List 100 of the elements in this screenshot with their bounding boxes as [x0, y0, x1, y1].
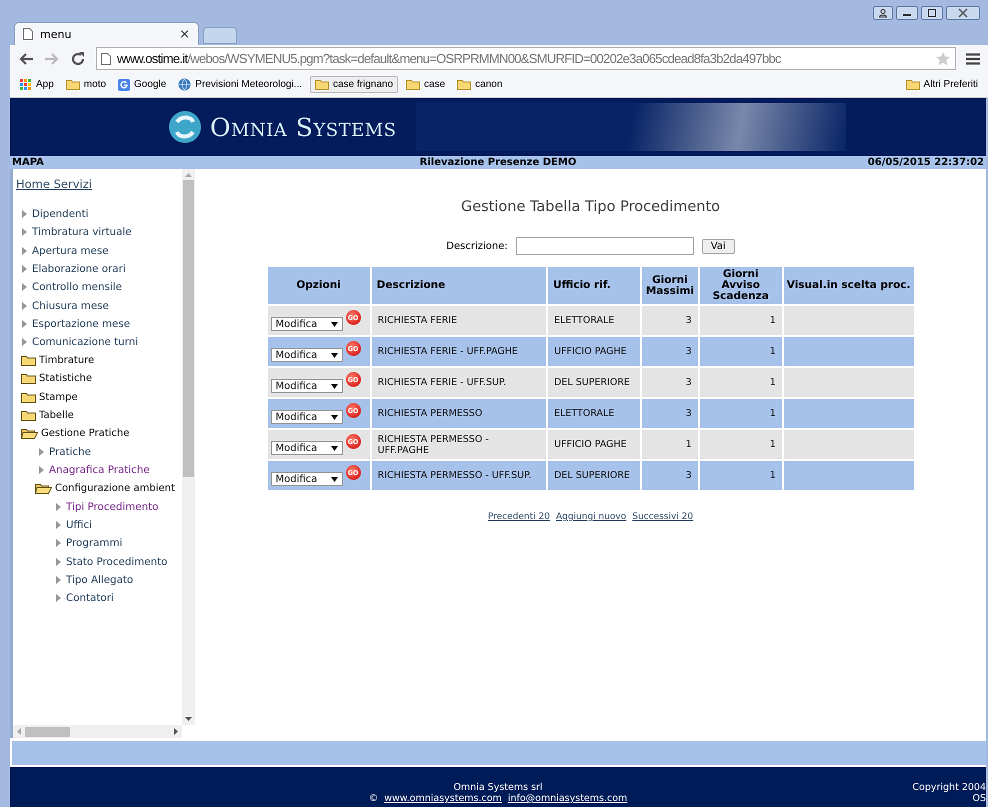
table-cell: 3 — [642, 368, 698, 398]
menu-link[interactable]: Controllo mensile — [32, 281, 122, 294]
close-icon[interactable] — [946, 6, 980, 20]
table-cell: 1 — [700, 430, 782, 460]
vertical-scrollbar[interactable] — [182, 169, 195, 725]
caret-icon — [330, 322, 338, 327]
open-folder-icon[interactable] — [35, 483, 52, 494]
star-icon[interactable] — [935, 50, 951, 66]
column-header: Giorni Avviso Scadenza — [700, 267, 782, 304]
table-cell: 3 — [642, 337, 698, 366]
table-cell: 1 — [700, 399, 782, 428]
column-header: Opzioni — [268, 267, 370, 304]
folder-label[interactable]: Tabelle — [39, 410, 74, 421]
table-cell: 3 — [642, 461, 698, 490]
reload-icon[interactable] — [70, 50, 86, 66]
bookmark-item[interactable]: Altri Preferiti — [902, 77, 982, 92]
arrow-icon — [22, 265, 27, 274]
folder-icon[interactable] — [21, 355, 36, 366]
table-cell: 1 — [700, 306, 782, 336]
column-header: Descrizione — [372, 267, 546, 304]
menu-link[interactable]: Comunicazione turni — [32, 336, 138, 348]
minimize-icon[interactable] — [896, 6, 918, 20]
folder-icon[interactable] — [21, 392, 36, 403]
footer-link[interactable]: info@omniasystems.com — [508, 793, 628, 804]
scroll-down-icon[interactable] — [185, 717, 192, 721]
menu-link[interactable]: Esportazione mese — [32, 318, 130, 330]
option-select[interactable]: Modifica — [270, 348, 342, 362]
bookmark-item[interactable]: case frignano — [310, 76, 398, 93]
option-select[interactable]: Modifica — [270, 441, 342, 456]
folder-icon — [66, 79, 80, 90]
menu-link[interactable]: Dipendenti — [32, 208, 88, 220]
globe-icon — [178, 78, 192, 91]
menu-link[interactable]: Elaborazione orari — [32, 263, 126, 276]
open-folder-icon[interactable] — [21, 428, 38, 440]
bookmark-item[interactable]: App — [16, 76, 58, 92]
menu-link[interactable]: Contatori — [66, 592, 114, 604]
maximize-icon[interactable] — [921, 6, 943, 20]
option-select[interactable]: Modifica — [270, 379, 342, 394]
bookmark-item[interactable]: case — [402, 77, 450, 92]
page-title: Gestione Tabella Tipo Procedimento — [460, 199, 720, 215]
menu-link[interactable]: Stato Procedimento — [66, 556, 168, 568]
option-select[interactable]: Modifica — [270, 410, 342, 424]
description-field[interactable] — [516, 237, 694, 255]
caret-icon — [330, 476, 338, 482]
folder-icon[interactable] — [21, 373, 36, 384]
table-cell: RICHIESTA FERIE — [372, 306, 546, 336]
bookmark-item[interactable]: Previsioni Meteorologi... — [174, 76, 306, 93]
table-cell: RICHIESTA PERMESSO - UFF.SUP. — [372, 461, 546, 490]
table-cell: 3 — [642, 399, 698, 428]
folder-icon — [315, 79, 329, 90]
folder-label[interactable]: Stampe — [39, 392, 78, 403]
menu-link[interactable]: Tipo Allegato — [66, 574, 134, 586]
option-select[interactable]: Modifica — [270, 317, 342, 332]
logo-text: Omnia Systems — [210, 112, 396, 142]
bookmark-item[interactable]: canon — [453, 77, 506, 92]
menu-icon[interactable] — [966, 52, 980, 64]
menu-link[interactable]: Timbratura virtuale — [32, 226, 132, 238]
browser-tab[interactable]: menu × — [14, 22, 199, 45]
menu-link[interactable]: Tipi Procedimento — [66, 500, 158, 513]
arrow-icon — [22, 320, 27, 328]
copyright-abbreviation: OS — [972, 793, 986, 804]
menu-link[interactable]: Chiusura mese — [32, 300, 109, 312]
arrow-icon — [22, 210, 27, 218]
menu-link[interactable]: Anagrafica Pratiche — [49, 464, 150, 476]
pager-link[interactable]: Precedenti 20 — [488, 512, 550, 522]
table-cell: UFFICIO PAGHE — [548, 337, 640, 366]
close-tab-button[interactable]: × — [179, 26, 190, 42]
arrow-icon — [56, 576, 61, 584]
footer-link[interactable]: www.omniasystems.com — [384, 793, 502, 804]
menu-link[interactable]: Uffici — [66, 519, 92, 532]
folder-label[interactable]: Statistiche — [39, 373, 92, 384]
table-cell: ELETTORALE — [548, 399, 640, 428]
folder-icon[interactable] — [21, 410, 36, 421]
search-button[interactable]: Vai — [702, 238, 735, 254]
column-header: Giorni Massimi — [642, 267, 698, 304]
table-cell: 1 — [642, 430, 698, 460]
home-link[interactable]: Home Servizi — [16, 177, 182, 191]
bookmark-item[interactable]: Google — [114, 76, 170, 92]
bookmark-item[interactable]: moto — [62, 77, 110, 92]
url-text: www.ostime.it/webos/WSYMENU5.pgm?task=default&menu=OSRPRMMN00&SMURFID=00202e3a065cdead8fa3b2da497bbc — [117, 51, 782, 66]
horizontal-scrollbar[interactable] — [13, 725, 182, 738]
address-bar[interactable]: www.ostime.it/webos/WSYMENU5.pgm?task=default&menu=OSRPRMMN00&SMURFID=00202e3a065cdead8fa3b2da497bbc — [96, 47, 956, 70]
folder-label[interactable]: Configurazione ambient — [55, 483, 175, 494]
arrow-icon — [22, 302, 27, 310]
menu-link[interactable]: Apertura mese — [32, 244, 109, 257]
folder-label[interactable]: Timbrature — [39, 355, 94, 366]
table-cell: UFFICIO PAGHE — [548, 430, 640, 460]
pager-link[interactable]: Aggiungi nuovo — [556, 512, 626, 522]
user-icon[interactable] — [873, 6, 893, 20]
menu-link[interactable]: Programmi — [66, 537, 122, 550]
scroll-right-icon[interactable] — [174, 728, 178, 735]
option-select[interactable]: Modifica — [270, 472, 342, 486]
table-cell: 1 — [700, 461, 782, 490]
folder-icon — [406, 79, 420, 90]
pager-link[interactable]: Successivi 20 — [632, 512, 694, 522]
folder-label[interactable]: Gestione Pratiche — [41, 428, 130, 440]
back-arrow-icon[interactable] — [18, 52, 34, 66]
menu-link[interactable]: Pratiche — [49, 446, 91, 458]
arrow-icon — [56, 539, 61, 548]
arrow-icon — [39, 466, 44, 474]
